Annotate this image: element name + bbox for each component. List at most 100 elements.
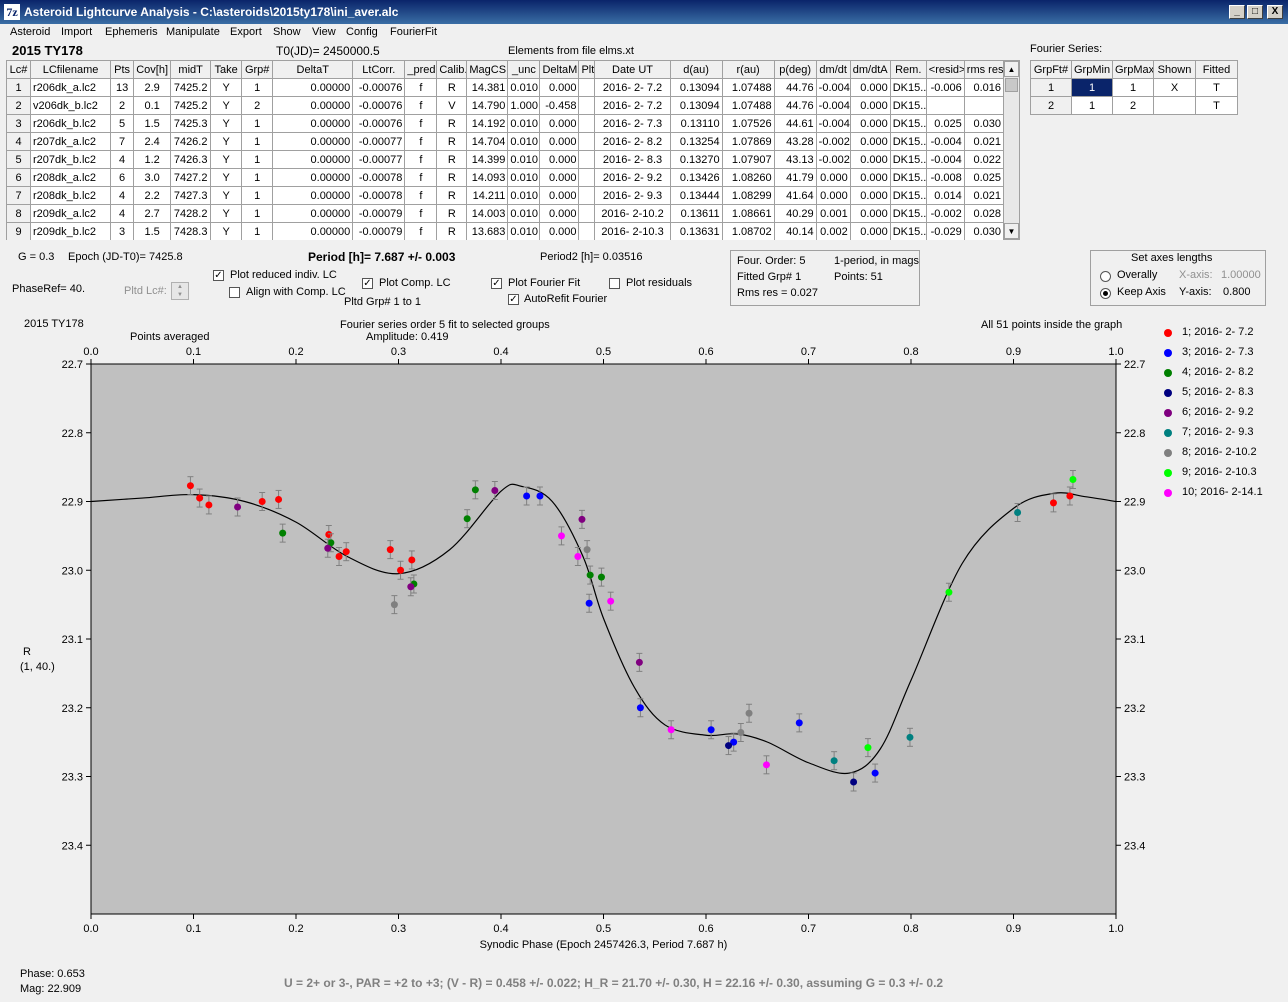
table-cell[interactable]: 2016- 2- 7.3 <box>594 114 671 133</box>
table-cell[interactable]: R <box>436 204 468 223</box>
table-row[interactable]: 8 r209dk_a.lc2 4 2.7 7428.2 Y 1 0.00000 -0.00079… <box>6 204 1004 223</box>
table-cell[interactable]: 14.192 <box>466 114 509 133</box>
table-row[interactable]: 6 r208dk_a.lc2 6 3.0 7427.2 Y 1 0.00000 -0.00078… <box>6 168 1004 187</box>
table-cell[interactable]: 0.010 <box>507 222 541 240</box>
table-cell[interactable]: 14.790 <box>466 96 509 115</box>
overally-radio[interactable] <box>1100 271 1111 282</box>
table-row[interactable]: 2 v206dk_b.lc2 2 0.1 7425.2 Y 2 0.00000 -0.00076… <box>6 96 1004 115</box>
autorefit-checkbox[interactable]: ✓ <box>508 294 519 305</box>
close-button[interactable]: X <box>1267 5 1283 19</box>
table-cell[interactable] <box>578 150 596 169</box>
table-cell[interactable]: 0.010 <box>507 78 541 97</box>
table-cell[interactable]: 1.07488 <box>721 78 775 97</box>
table-cell[interactable]: v206dk_b.lc2 <box>30 96 112 115</box>
table-row[interactable]: 9 r209dk_b.lc2 3 1.5 7428.3 Y 1 0.00000 -0.00079… <box>6 222 1004 240</box>
table-cell[interactable]: 0.00000 <box>272 150 354 169</box>
minimize-button[interactable]: _ <box>1229 5 1245 19</box>
table-cell[interactable]: f <box>404 78 438 97</box>
table-cell[interactable]: -0.00076 <box>352 114 406 133</box>
fourier-column-header[interactable]: GrpMin <box>1071 60 1113 79</box>
table-cell[interactable]: f <box>404 96 438 115</box>
column-header[interactable]: _unc <box>507 60 541 79</box>
table-cell[interactable]: 0.000 <box>539 186 580 205</box>
table-cell[interactable]: -0.458 <box>539 96 580 115</box>
plot-residuals-checkbox[interactable] <box>609 278 620 289</box>
scroll-up-arrow-icon[interactable]: ▲ <box>1004 61 1019 77</box>
table-cell[interactable]: DK15.. <box>889 186 927 205</box>
table-cell[interactable]: 7427.2 <box>170 168 212 187</box>
table-cell[interactable]: 2 <box>241 96 274 115</box>
table-cell[interactable]: Y <box>210 186 243 205</box>
menu-show[interactable]: Show <box>273 26 301 38</box>
table-cell[interactable]: 43.28 <box>773 132 817 151</box>
table-cell[interactable]: 0.13270 <box>669 150 723 169</box>
table-cell[interactable]: 44.61 <box>773 114 817 133</box>
table-cell[interactable]: f <box>404 114 438 133</box>
table-cell[interactable]: 2.2 <box>133 186 172 205</box>
table-cell[interactable]: r206dk_a.lc2 <box>30 78 112 97</box>
table-cell[interactable]: 0.00000 <box>272 132 354 151</box>
table-cell[interactable]: 0.010 <box>507 204 541 223</box>
table-cell[interactable]: 0.010 <box>507 132 541 151</box>
table-cell[interactable]: 4 <box>110 204 135 223</box>
table-cell[interactable]: 2016- 2- 8.2 <box>594 132 671 151</box>
column-header[interactable]: LtCorr. <box>352 60 406 79</box>
table-cell[interactable]: 7427.3 <box>170 186 212 205</box>
table-cell[interactable]: 0.000 <box>849 78 891 97</box>
table-cell[interactable]: r208dk_a.lc2 <box>30 168 112 187</box>
table-cell[interactable]: 40.14 <box>773 222 817 240</box>
table-cell[interactable]: DK15.. <box>889 204 927 223</box>
table-cell[interactable]: -0.002 <box>815 132 851 151</box>
table-cell[interactable] <box>578 78 596 97</box>
table-cell[interactable]: R <box>436 168 468 187</box>
table-cell[interactable]: -0.002 <box>925 204 965 223</box>
column-header[interactable]: Grp# <box>241 60 274 79</box>
table-cell[interactable]: 0.000 <box>815 168 851 187</box>
fourier-column-header[interactable]: GrpMax <box>1112 60 1154 79</box>
table-cell[interactable]: 14.704 <box>466 132 509 151</box>
table-cell[interactable]: DK15.. <box>889 168 927 187</box>
menu-export[interactable]: Export <box>230 26 262 38</box>
table-cell[interactable]: DK15.. <box>889 132 927 151</box>
table-cell[interactable]: 1.07526 <box>721 114 775 133</box>
column-header[interactable]: Lc# <box>6 60 32 79</box>
table-cell[interactable]: 0.13110 <box>669 114 723 133</box>
table-cell[interactable]: 2.9 <box>133 78 172 97</box>
table-cell[interactable]: 8 <box>6 204 32 223</box>
table-cell[interactable]: -0.00077 <box>352 132 406 151</box>
scroll-thumb[interactable] <box>1005 78 1018 92</box>
table-cell[interactable]: -0.004 <box>815 96 851 115</box>
table-cell[interactable]: 0.000 <box>539 222 580 240</box>
fourier-column-header[interactable]: Fitted <box>1195 60 1238 79</box>
table-cell[interactable]: 2 <box>6 96 32 115</box>
table-cell[interactable]: DK15.. <box>889 78 927 97</box>
table-cell[interactable]: 14.211 <box>466 186 509 205</box>
table-cell[interactable]: 13 <box>110 78 135 97</box>
table-cell[interactable]: R <box>436 222 468 240</box>
table-cell[interactable]: 0.000 <box>539 150 580 169</box>
table-cell[interactable]: 3 <box>6 114 32 133</box>
table-cell[interactable]: 1 <box>241 186 274 205</box>
table-cell[interactable]: Y <box>210 168 243 187</box>
column-header[interactable]: Take <box>210 60 243 79</box>
table-cell[interactable]: 1.2 <box>133 150 172 169</box>
fourier-cell[interactable]: T <box>1195 96 1238 115</box>
table-cell[interactable]: 1.5 <box>133 222 172 240</box>
table-cell[interactable]: 43.13 <box>773 150 817 169</box>
pltd-lc-spinner[interactable]: ▲ ▼ <box>171 282 189 300</box>
fourier-row[interactable]: 111XT <box>1030 78 1238 97</box>
table-cell[interactable]: f <box>404 168 438 187</box>
table-cell[interactable]: 14.399 <box>466 150 509 169</box>
menu-ephemeris[interactable]: Ephemeris <box>105 26 158 38</box>
column-header[interactable]: Rem. <box>889 60 927 79</box>
table-cell[interactable]: 1.08702 <box>721 222 775 240</box>
table-cell[interactable]: 7 <box>110 132 135 151</box>
table-cell[interactable]: 44.76 <box>773 96 817 115</box>
table-cell[interactable]: 0.021 <box>963 186 1004 205</box>
table-cell[interactable]: 0.00000 <box>272 114 354 133</box>
table-cell[interactable]: 0.13426 <box>669 168 723 187</box>
plot-fourier-checkbox[interactable]: ✓ <box>491 278 502 289</box>
table-cell[interactable]: 0.000 <box>849 114 891 133</box>
table-cell[interactable]: 1 <box>241 78 274 97</box>
table-cell[interactable]: 7428.2 <box>170 204 212 223</box>
